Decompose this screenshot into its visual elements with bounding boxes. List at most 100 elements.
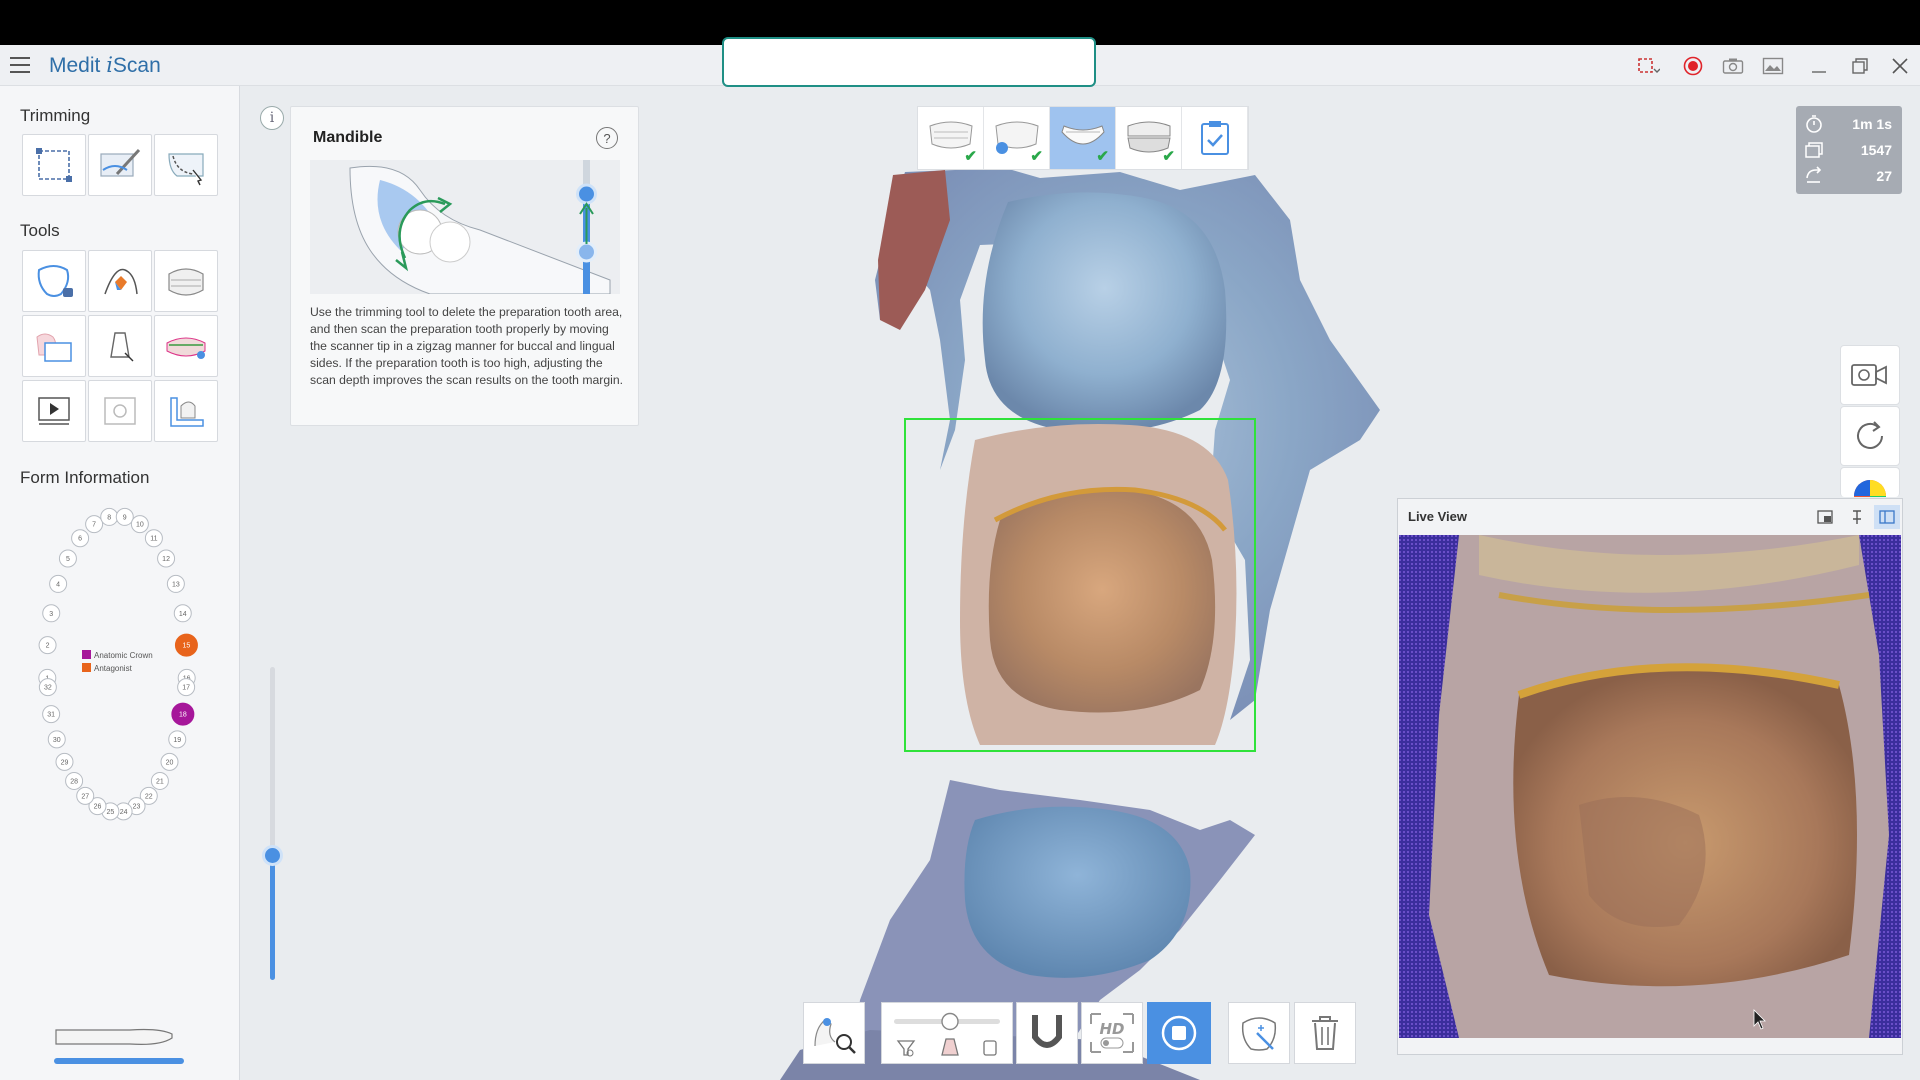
lasso-icon <box>168 153 204 186</box>
video-capture-button[interactable] <box>1840 345 1900 405</box>
live-view-title: Live View <box>1408 509 1468 524</box>
margin-tool-icon <box>104 268 138 295</box>
tooth-17[interactable]: 17 <box>177 678 196 697</box>
svg-text:18: 18 <box>179 712 187 719</box>
restore-icon[interactable] <box>1849 55 1871 77</box>
live-view-header: Live View <box>1398 499 1902 534</box>
picture-in-picture-icon[interactable] <box>1812 505 1838 529</box>
rotation-icon <box>1806 166 1822 183</box>
pre-op-button[interactable] <box>22 315 86 377</box>
screenshot-icon[interactable] <box>1722 55 1744 77</box>
scan-inspection-button[interactable] <box>803 1002 865 1064</box>
reset-view-button[interactable] <box>1840 406 1900 466</box>
tooth-chart[interactable]: 1234567891011121314151617181920212223242… <box>22 504 212 826</box>
shot-count: 27 <box>1876 168 1892 184</box>
hamburger-menu-icon[interactable] <box>10 57 30 73</box>
check-icon: ✔ <box>1096 148 1109 165</box>
tab-maxilla[interactable]: ✔ <box>918 107 984 169</box>
left-sidebar: Trimming Tools Form Information 12 3 4 5 6 7 8… <box>0 86 240 1080</box>
record-icon[interactable] <box>1682 55 1704 77</box>
tooth-9[interactable]: 9 <box>115 507 134 526</box>
box-select-icon <box>36 148 72 182</box>
app-title: Medit iScan <box>49 53 161 77</box>
minimize-icon[interactable] <box>1808 55 1830 77</box>
tooth-4[interactable]: 4 <box>49 574 68 593</box>
svg-text:HD: HD <box>1099 1020 1124 1038</box>
tooth-12[interactable]: 12 <box>157 549 176 568</box>
tooth-15[interactable]: 15 <box>174 633 198 657</box>
svg-text:24: 24 <box>120 809 128 816</box>
scan-time: 1m 1s <box>1852 116 1892 132</box>
panel-layout-icon[interactable] <box>1874 505 1900 529</box>
tooth-31[interactable]: 31 <box>42 705 61 724</box>
arch-mode-button[interactable] <box>1016 1002 1078 1064</box>
tooth-29[interactable]: 29 <box>55 752 74 771</box>
tooth-18[interactable]: 18 <box>171 702 195 726</box>
hd-toggle-button[interactable]: HD <box>1081 1002 1143 1064</box>
tooth-6[interactable]: 6 <box>71 529 90 548</box>
info-icon[interactable]: i <box>260 106 284 130</box>
tooth-21[interactable]: 21 <box>150 771 169 790</box>
close-icon[interactable] <box>1889 55 1911 77</box>
svg-text:27: 27 <box>81 793 89 800</box>
filter-slider-group[interactable] <box>881 1002 1013 1064</box>
tooth-19[interactable]: 19 <box>168 730 187 749</box>
help-icon[interactable]: ? <box>596 127 618 149</box>
svg-text:17: 17 <box>182 685 190 692</box>
color-map-button[interactable] <box>1840 467 1900 497</box>
screen-record-icon[interactable] <box>1638 55 1660 77</box>
scan-teeth-button[interactable] <box>154 315 218 377</box>
scan-depth-fill <box>270 855 275 980</box>
tab-mandible[interactable]: ✔ <box>1050 107 1116 169</box>
trim-box-select-button[interactable] <box>22 134 86 196</box>
svg-text:3: 3 <box>49 611 53 618</box>
trim-brush-button[interactable] <box>88 134 152 196</box>
capture-button[interactable] <box>88 380 152 442</box>
svg-text:26: 26 <box>94 804 102 811</box>
tooth-14[interactable]: 14 <box>173 604 192 623</box>
teeth-scan-icon <box>166 337 206 359</box>
tooth-8[interactable]: 8 <box>100 507 119 526</box>
tab-occlusion[interactable]: ✔ <box>1116 107 1182 169</box>
gallery-icon[interactable] <box>1762 55 1784 77</box>
tab-checklist[interactable] <box>1182 107 1248 169</box>
legend-swatch <box>82 663 91 672</box>
svg-text:20: 20 <box>166 759 174 766</box>
stop-scan-button[interactable] <box>1147 1002 1211 1064</box>
tooth-28[interactable]: 28 <box>65 771 84 790</box>
abutment-button[interactable] <box>88 315 152 377</box>
tab-pre-op[interactable]: ✔ <box>984 107 1050 169</box>
ai-scan-button[interactable] <box>1228 1002 1290 1064</box>
measure-button[interactable] <box>154 380 218 442</box>
scan-depth-knob[interactable] <box>262 845 283 866</box>
tooth-30[interactable]: 30 <box>47 730 66 749</box>
trim-brush-icon <box>100 148 141 177</box>
pin-icon[interactable] <box>1844 505 1870 529</box>
svg-text:4: 4 <box>56 581 60 588</box>
camera-icon <box>104 397 136 425</box>
frame-count: 1547 <box>1860 142 1892 158</box>
tooth-11[interactable]: 11 <box>144 529 163 548</box>
tooth-5[interactable]: 5 <box>58 549 77 568</box>
scan-filter-slider[interactable] <box>884 1005 1010 1061</box>
trim-lasso-button[interactable] <box>154 134 218 196</box>
svg-text:22: 22 <box>145 793 153 800</box>
delete-button[interactable] <box>1294 1002 1356 1064</box>
tooth-20[interactable]: 20 <box>160 752 179 771</box>
video-camera-icon <box>1851 364 1887 386</box>
tooth-search-icon <box>814 1018 856 1054</box>
tooth-7[interactable]: 7 <box>85 515 104 534</box>
tooth-3[interactable]: 3 <box>42 604 61 623</box>
tooth-32[interactable]: 32 <box>38 678 57 697</box>
arch-view-button[interactable] <box>154 250 218 312</box>
video-play-button[interactable] <box>22 380 86 442</box>
tooth-27[interactable]: 27 <box>76 786 95 805</box>
margin-line-button[interactable] <box>88 250 152 312</box>
tooth-2[interactable]: 2 <box>38 636 57 655</box>
tooth-10[interactable]: 10 <box>130 515 149 534</box>
tooth-13[interactable]: 13 <box>166 574 185 593</box>
tools-section-title: Tools <box>20 221 60 240</box>
svg-text:13: 13 <box>172 581 180 588</box>
timer-icon <box>1806 115 1822 133</box>
lock-tooth-button[interactable] <box>22 250 86 312</box>
